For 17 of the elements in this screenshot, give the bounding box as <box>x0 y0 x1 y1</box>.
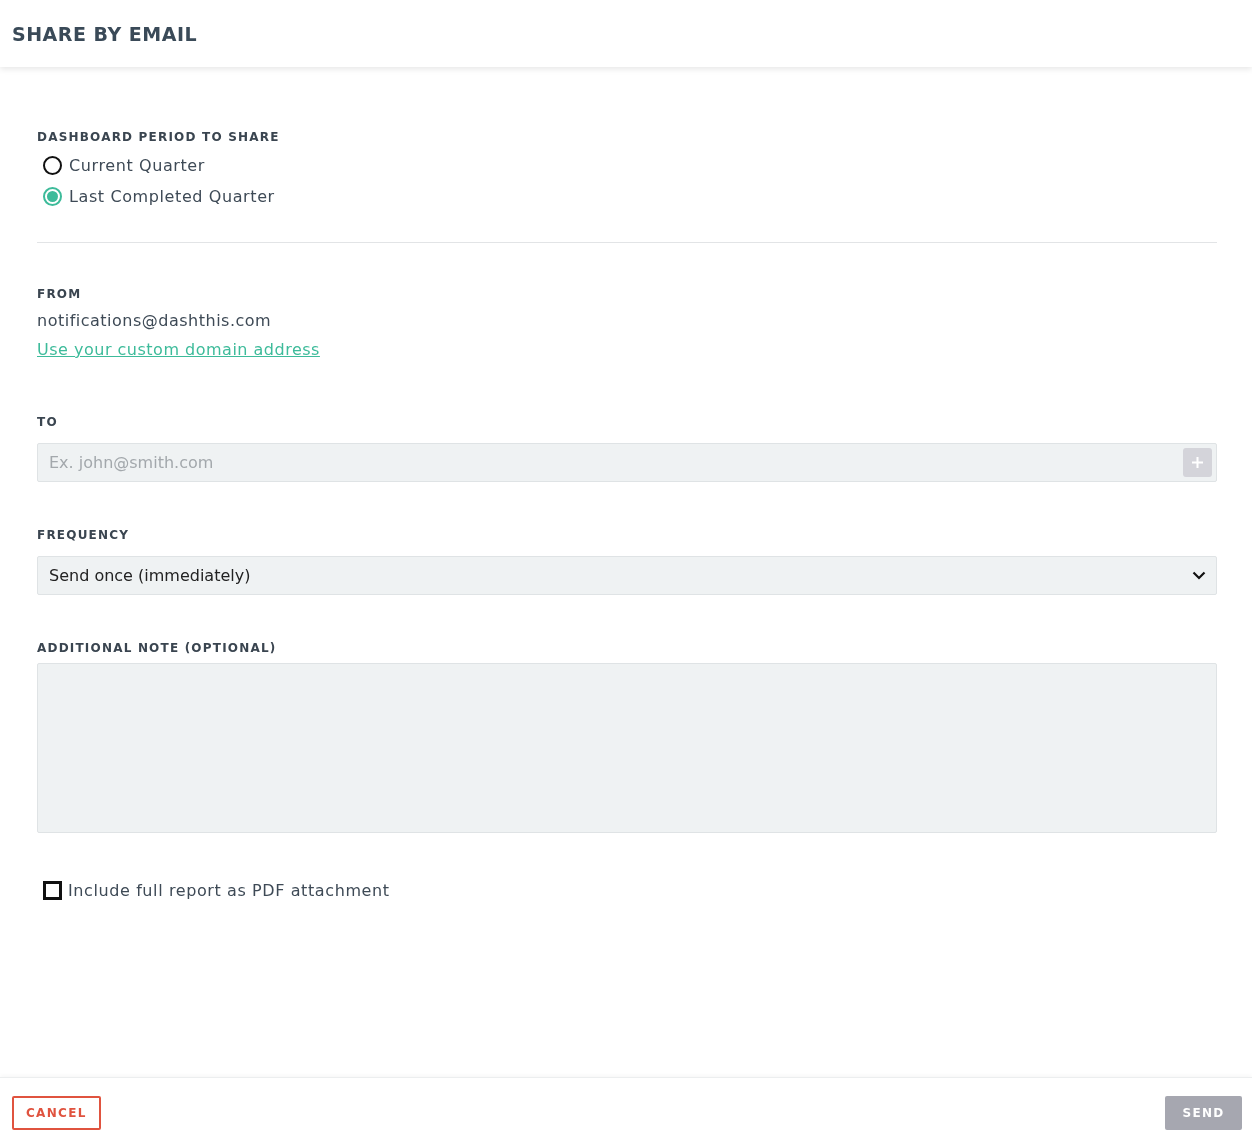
note-field[interactable] <box>37 663 1217 833</box>
dialog-title: SHARE BY EMAIL <box>12 22 198 45</box>
frequency-dropdown[interactable]: Send once (immediately) <box>37 556 1217 595</box>
section-label: DASHBOARD PERIOD TO SHARE <box>37 130 281 144</box>
sender-address: notifications@dashthis.com <box>37 311 273 330</box>
section-label: TO <box>37 415 59 429</box>
cancel-button[interactable]: CANCEL <box>12 1095 101 1130</box>
section-label: FREQUENCY <box>37 528 131 542</box>
add-button[interactable] <box>1183 448 1212 477</box>
pdf-checkbox[interactable]: Include full report as PDF attachment <box>37 880 396 901</box>
recipient-field[interactable]: Ex. john@smith.com <box>37 443 1217 482</box>
section-label: ADDITIONAL NOTE (OPTIONAL) <box>37 641 278 655</box>
chevron-down-icon <box>1192 571 1206 580</box>
period-radio[interactable]: Current Quarter <box>43 156 1217 175</box>
plus-icon <box>1191 456 1204 469</box>
section-label: FROM <box>37 287 83 301</box>
period-radio[interactable]: Last Completed Quarter <box>43 187 1217 206</box>
